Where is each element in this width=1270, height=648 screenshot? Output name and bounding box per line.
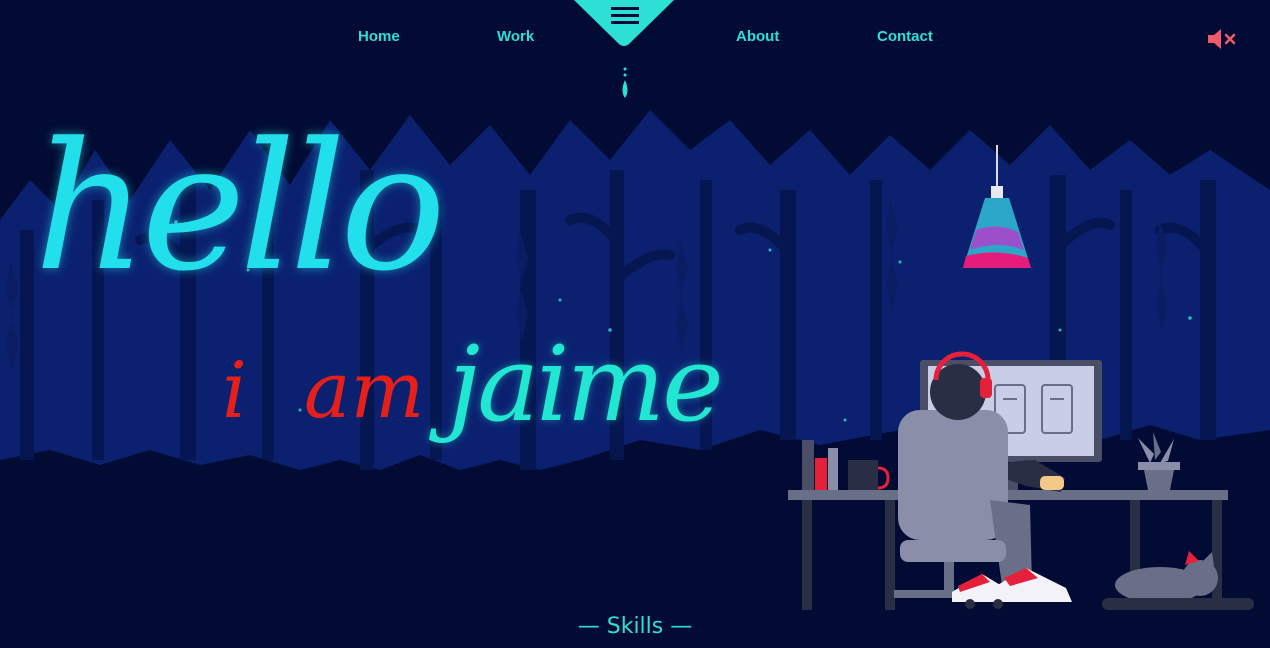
hero-am-text: am [304,346,425,436]
nav-about-link[interactable]: About [736,28,779,45]
hero-hello-text: hello [34,105,446,310]
nav-home-link[interactable]: Home [358,28,400,45]
nav-contact-link[interactable]: Contact [877,28,933,45]
hamburger-menu-icon [574,0,674,46]
scroll-drop-icon [622,67,628,98]
menu-button[interactable] [574,0,674,46]
speaker-muted-icon [1208,29,1236,49]
hero-name-text: jaime [448,323,724,445]
nav-work-link[interactable]: Work [497,28,534,45]
hero-i-text: i [222,346,247,436]
mute-button[interactable] [1206,27,1238,51]
skills-section-link[interactable]: — Skills — [0,614,1270,639]
